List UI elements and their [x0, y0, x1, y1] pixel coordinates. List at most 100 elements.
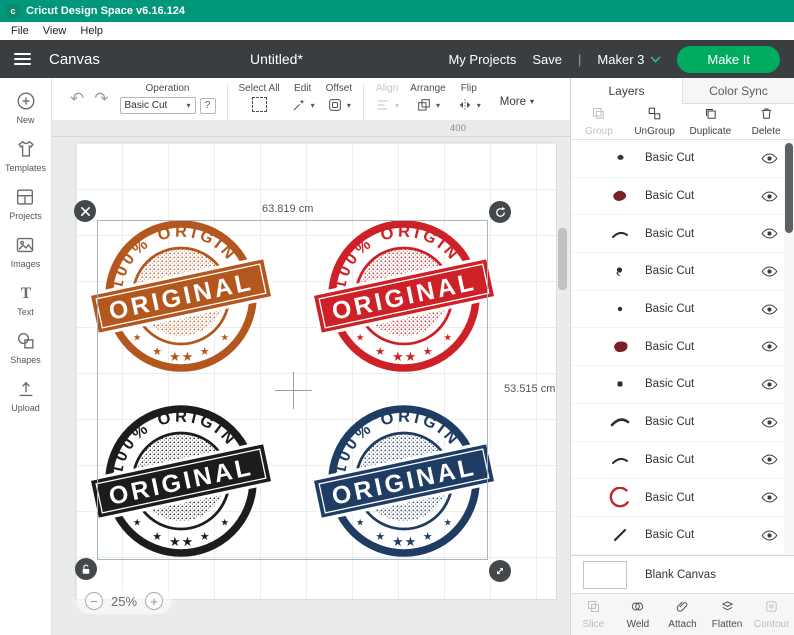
visibility-eye-icon[interactable] [761, 492, 778, 503]
sidebar-item-label: Text [17, 307, 34, 317]
layer-row[interactable]: Basic Cut [571, 291, 794, 329]
align-label: Align [376, 83, 399, 94]
sidebar-item-shapes[interactable]: Shapes [10, 330, 41, 365]
stamp-navy[interactable]: 100% ORIGINAL★★★★★★ORIGINAL [310, 401, 498, 566]
zoom-in-button[interactable]: + [145, 592, 164, 610]
make-it-button[interactable]: Make It [677, 45, 780, 73]
align-button[interactable]: ▾ [375, 97, 399, 113]
visibility-eye-icon[interactable] [761, 304, 778, 315]
visibility-eye-icon[interactable] [761, 266, 778, 277]
layer-row[interactable]: Basic Cut [571, 479, 794, 517]
layer-row[interactable]: Basic Cut [571, 253, 794, 291]
chevron-down-icon: ▾ [435, 100, 440, 110]
eye-icon [761, 341, 778, 352]
slice-icon [586, 599, 601, 617]
operation-help-button[interactable]: ? [199, 97, 216, 114]
images-icon [14, 234, 36, 256]
rotate-selection-handle[interactable] [489, 201, 511, 223]
sidebar-item-upload[interactable]: Upload [11, 378, 40, 413]
hamburger-menu-icon[interactable] [14, 50, 31, 68]
duplicate-button[interactable]: Duplicate [683, 104, 739, 139]
zoom-control: − 25% + [76, 588, 173, 614]
action-label: Group [584, 126, 613, 137]
visibility-eye-icon[interactable] [761, 191, 778, 202]
stamp-red[interactable]: 100% ORIGINAL★★★★★★ORIGINAL [310, 216, 498, 381]
visibility-eye-icon[interactable] [761, 153, 778, 164]
layer-row[interactable]: Basic Cut [571, 178, 794, 216]
layer-row[interactable]: Basic Cut [571, 517, 794, 555]
layer-thumbnail [605, 486, 635, 509]
canvas-area[interactable]: 400 63.819 cm 53.515 cm − 25% + 100% ORI… [52, 120, 570, 635]
sidebar-item-templates[interactable]: Templates [5, 138, 46, 173]
svg-text:★: ★ [423, 531, 433, 543]
canvas-crosshair [293, 372, 294, 409]
canvas-scrollbar-thumb[interactable] [558, 228, 567, 290]
layer-row[interactable]: Basic Cut [571, 215, 794, 254]
layer-list-scrollbar[interactable] [784, 140, 794, 555]
ungroup-button[interactable]: UnGroup [627, 104, 683, 139]
layer-row[interactable]: Basic Cut [571, 442, 794, 480]
visibility-eye-icon[interactable] [761, 228, 778, 239]
chevron-down-icon: ▾ [186, 101, 191, 110]
blank-canvas-row[interactable]: Blank Canvas [571, 555, 794, 593]
menubar: File View Help [0, 22, 794, 40]
attach-button[interactable]: Attach [660, 594, 705, 635]
edit-wand-icon [291, 97, 307, 113]
layer-row[interactable]: Basic Cut [571, 140, 794, 178]
canvas-color-swatch[interactable] [583, 560, 627, 589]
select-all-icon[interactable] [251, 97, 267, 112]
bottom-action-label: Weld [626, 619, 650, 630]
group-button[interactable]: Group [571, 104, 627, 139]
layer-row[interactable]: Basic Cut [571, 366, 794, 404]
layer-row[interactable]: Basic Cut [571, 404, 794, 442]
save-link[interactable]: Save [532, 52, 562, 67]
delete-button[interactable]: Delete [738, 104, 794, 139]
header-right: My Projects Save | Maker 3 Make It [448, 45, 780, 73]
sidebar-item-text[interactable]: T Text [15, 282, 37, 317]
layer-label: Basic Cut [645, 529, 695, 542]
tab-color-sync[interactable]: Color Sync [682, 78, 794, 104]
upload-icon [15, 378, 37, 400]
layer-row[interactable]: Basic Cut [571, 328, 794, 367]
contour-button[interactable]: Contour [749, 594, 794, 635]
svg-text:★: ★ [220, 333, 229, 344]
flip-button[interactable]: ▾ [457, 97, 481, 113]
layer-label: Basic Cut [645, 378, 695, 391]
sidebar-item-images[interactable]: Images [11, 234, 40, 269]
tab-layers[interactable]: Layers [571, 78, 682, 104]
flatten-button[interactable]: Flatten [705, 594, 750, 635]
weld-button[interactable]: Weld [616, 594, 661, 635]
layer-thumbnail [605, 299, 635, 319]
selection-height-label: 53.515 cm [504, 383, 556, 395]
operation-dropdown[interactable]: Basic Cut ▾ [119, 97, 196, 114]
arrange-button[interactable]: ▾ [416, 97, 440, 113]
more-button[interactable]: More ▾ [500, 96, 534, 108]
offset-button[interactable]: ▾ [327, 97, 351, 113]
visibility-eye-icon[interactable] [761, 341, 778, 352]
undo-button[interactable]: ↶ [70, 89, 84, 109]
stamp-black[interactable]: 100% ORIGINAL★★★★★★ORIGINAL [87, 401, 275, 566]
machine-select[interactable]: Maker 3 [597, 52, 661, 67]
menu-file[interactable]: File [4, 25, 36, 37]
my-projects-link[interactable]: My Projects [448, 52, 516, 67]
visibility-eye-icon[interactable] [761, 454, 778, 465]
redo-button[interactable]: ↷ [94, 89, 108, 109]
visibility-eye-icon[interactable] [761, 379, 778, 390]
select-all-label: Select All [238, 83, 280, 94]
stamp-orange[interactable]: 100% ORIGINAL★★★★★★ORIGINAL [87, 216, 275, 381]
sidebar-item-new[interactable]: New [15, 90, 37, 125]
menu-help[interactable]: Help [73, 25, 110, 37]
sidebar-item-projects[interactable]: Projects [9, 186, 42, 221]
unlock-selection-handle[interactable] [75, 558, 97, 580]
visibility-eye-icon[interactable] [761, 530, 778, 541]
slice-button[interactable]: Slice [571, 594, 616, 635]
delete-selection-handle[interactable] [74, 200, 96, 222]
zoom-out-button[interactable]: − [85, 592, 103, 610]
document-title[interactable]: Untitled* [250, 51, 303, 67]
edit-button[interactable]: ▾ [291, 97, 315, 113]
menu-view[interactable]: View [36, 25, 74, 37]
resize-selection-handle[interactable] [489, 560, 511, 582]
svg-text:★: ★ [182, 349, 193, 364]
layer-list-scrollbar-thumb[interactable] [785, 143, 793, 233]
visibility-eye-icon[interactable] [761, 417, 778, 428]
